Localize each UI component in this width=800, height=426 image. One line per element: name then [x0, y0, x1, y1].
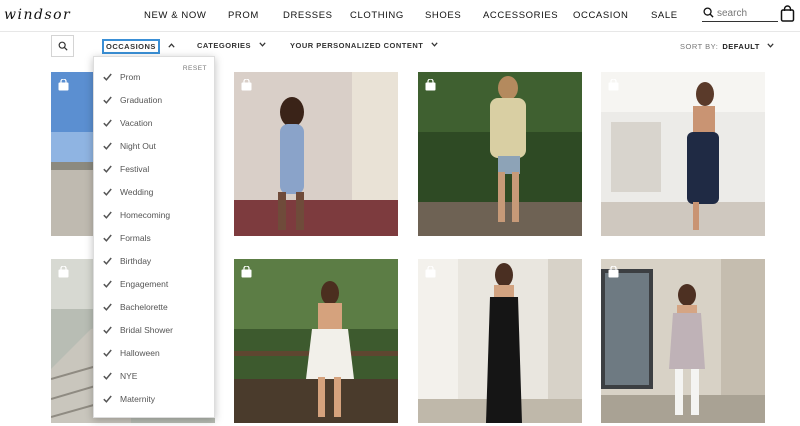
nav-new-and-now[interactable]: NEW & NOW: [144, 10, 206, 21]
product-tile[interactable]: [234, 259, 398, 423]
option-label: Maternity: [120, 394, 155, 404]
nav-occasion[interactable]: OCCASION: [573, 10, 628, 21]
occasion-option-vacation[interactable]: Vacation: [94, 115, 214, 135]
option-label: Birthday: [120, 256, 152, 266]
option-label: Homecoming: [120, 210, 171, 220]
product-photo: [601, 72, 765, 236]
occasion-option-bachelorette[interactable]: Bachelorette: [94, 299, 214, 319]
product-tile[interactable]: [234, 72, 398, 236]
option-label: NYE: [120, 371, 138, 381]
option-label: Engagement: [120, 279, 169, 289]
top-navigation: windsor NEW & NOW PROM DRESSES CLOTHING …: [0, 0, 800, 32]
occasions-filter[interactable]: OCCASIONS: [102, 39, 175, 54]
nav-dresses[interactable]: DRESSES: [283, 10, 333, 21]
occasion-option-birthday[interactable]: Birthday: [94, 253, 214, 273]
option-label: Bachelorette: [120, 302, 168, 312]
chevron-up-icon: [167, 43, 175, 48]
occasion-option-graduation[interactable]: Graduation: [94, 92, 214, 112]
occasion-option-festival[interactable]: Festival: [94, 161, 214, 181]
checkmark-icon: [103, 142, 112, 150]
search-icon[interactable]: [703, 7, 714, 18]
product-tile[interactable]: [601, 72, 765, 236]
nav-sale[interactable]: SALE: [651, 10, 678, 21]
nav-accessories[interactable]: ACCESSORIES: [483, 10, 558, 21]
occasion-option-night-out[interactable]: Night Out: [94, 138, 214, 158]
option-label: Festival: [120, 164, 150, 174]
checkmark-icon: [103, 280, 112, 288]
sort-value: DEFAULT: [722, 42, 760, 51]
windsor-logo[interactable]: windsor: [4, 5, 76, 29]
checkmark-icon: [103, 119, 112, 127]
option-label: Vacation: [120, 118, 153, 128]
personalized-content-filter[interactable]: YOUR PERSONALIZED CONTENT: [290, 41, 438, 50]
option-label: Halloween: [120, 348, 160, 358]
product-tile[interactable]: [601, 259, 765, 423]
option-label: Bridal Shower: [120, 325, 173, 335]
shopping-bag-icon: [241, 266, 252, 278]
categories-filter[interactable]: CATEGORIES: [197, 41, 266, 50]
personalized-filter-label: YOUR PERSONALIZED CONTENT: [290, 41, 424, 50]
chevron-down-icon: [258, 42, 266, 47]
checkmark-icon: [103, 73, 112, 81]
search-input[interactable]: [717, 6, 777, 20]
shopping-bag-icon: [425, 266, 436, 278]
checkmark-icon: [103, 257, 112, 265]
checkmark-icon: [103, 349, 112, 357]
product-photo: [418, 259, 582, 423]
search-icon: [58, 41, 68, 51]
svg-text:windsor: windsor: [4, 7, 71, 23]
nav-clothing[interactable]: CLOTHING: [350, 10, 404, 21]
occasions-filter-label: OCCASIONS: [102, 39, 160, 54]
occasion-option-engagement[interactable]: Engagement: [94, 276, 214, 296]
checkmark-icon: [103, 188, 112, 196]
checkmark-icon: [103, 211, 112, 219]
product-photo: [418, 72, 582, 236]
option-label: Wedding: [120, 187, 154, 197]
product-photo: [234, 259, 398, 423]
occasion-option-wedding[interactable]: Wedding: [94, 184, 214, 204]
product-photo: [601, 259, 765, 423]
occasion-option-formals[interactable]: Formals: [94, 230, 214, 250]
chevron-down-icon: [767, 43, 775, 48]
product-photo: [234, 72, 398, 236]
checkmark-icon: [103, 165, 112, 173]
option-label: Prom: [120, 72, 141, 82]
nav-shoes[interactable]: SHOES: [425, 10, 461, 21]
product-tile[interactable]: [418, 259, 582, 423]
shopping-bag-icon: [58, 79, 69, 91]
shopping-bag-icon: [608, 79, 619, 91]
occasion-option-nye[interactable]: NYE: [94, 368, 214, 388]
option-label: Graduation: [120, 95, 163, 105]
shopping-bag-icon: [241, 79, 252, 91]
checkmark-icon: [103, 234, 112, 242]
occasion-option-homecoming[interactable]: Homecoming: [94, 207, 214, 227]
sort-dropdown[interactable]: SORT BY: DEFAULT: [680, 42, 775, 51]
shopping-bag-icon: [58, 266, 69, 278]
nav-prom[interactable]: PROM: [228, 10, 259, 21]
filter-search-button[interactable]: [51, 35, 74, 57]
occasions-dropdown: RESET Prom Graduation Vacation Night Out…: [93, 56, 215, 418]
shopping-bag-icon: [425, 79, 436, 91]
occasion-option-halloween[interactable]: Halloween: [94, 345, 214, 365]
chevron-down-icon: [431, 42, 438, 47]
categories-filter-label: CATEGORIES: [197, 41, 252, 50]
shopping-bag-icon[interactable]: [780, 5, 795, 22]
checkmark-icon: [103, 326, 112, 334]
sort-label: SORT BY:: [680, 42, 719, 51]
checkmark-icon: [103, 303, 112, 311]
option-label: Night Out: [120, 141, 156, 151]
checkmark-icon: [103, 96, 112, 104]
product-tile[interactable]: [418, 72, 582, 236]
checkmark-icon: [103, 395, 112, 403]
logo-wordmark: windsor: [4, 7, 71, 23]
checkmark-icon: [103, 372, 112, 380]
header-search: [702, 5, 778, 22]
occasion-option-maternity[interactable]: Maternity: [94, 391, 214, 411]
shopping-bag-icon: [608, 266, 619, 278]
option-label: Formals: [120, 233, 151, 243]
occasion-option-prom[interactable]: Prom: [94, 69, 214, 89]
occasion-option-bridal-shower[interactable]: Bridal Shower: [94, 322, 214, 342]
